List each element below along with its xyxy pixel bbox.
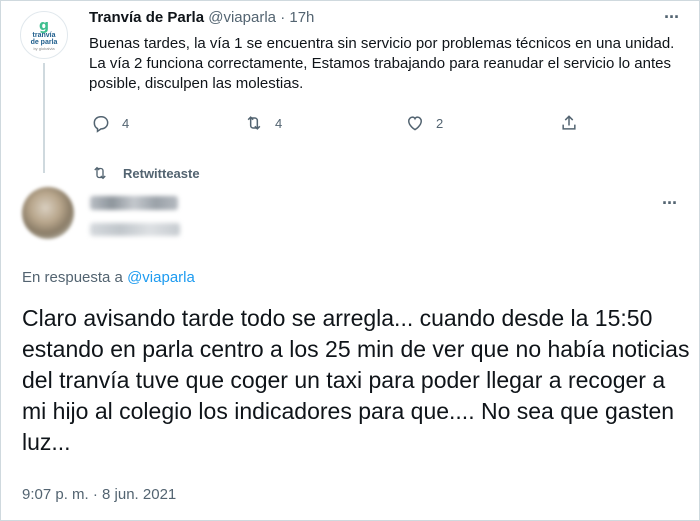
tweet-header: Tranvía de Parla @viaparla · 17h (89, 8, 314, 28)
tweet-text: Buenas tardes, la vía 1 se encuentra sin… (89, 35, 675, 92)
display-name[interactable]: Tranvía de Parla (89, 9, 204, 26)
like-count: 2 (436, 115, 444, 131)
retweet-icon (94, 166, 106, 180)
user-handle[interactable]: @viaparla (208, 9, 276, 26)
reply-button[interactable]: 4 (91, 113, 129, 133)
retweet-icon (247, 116, 261, 130)
avatar[interactable]: g tranvía de parla by globalvia (20, 11, 68, 59)
reply-icon (93, 116, 109, 133)
reply-mention-link[interactable]: @viaparla (127, 269, 195, 286)
logo-text-line1: tranvía (32, 31, 56, 39)
tweet-actions: 4 4 2 (89, 113, 589, 137)
avatar-blurred[interactable] (22, 187, 74, 239)
logo-mark: g (38, 17, 50, 34)
retweeted-banner: Retwitteaste (91, 164, 200, 182)
tweet-timestamp[interactable]: 9:07 p. m. · 8 jun. 2021 (22, 485, 176, 505)
more-horizontal-icon[interactable]: ··· (664, 7, 680, 28)
reply-count: 4 (122, 115, 130, 131)
display-name-blurred[interactable] (90, 196, 178, 210)
tweet-time[interactable]: 17h (289, 9, 314, 26)
user-handle-blurred[interactable] (90, 223, 180, 236)
logo-text-line2: de parla (30, 38, 58, 46)
reply-prefix: En respuesta a (22, 269, 128, 286)
share-icon (562, 115, 576, 130)
like-button[interactable]: 2 (405, 113, 443, 133)
more-horizontal-icon[interactable]: ··· (662, 193, 678, 214)
thread-connector-line (43, 63, 45, 173)
like-icon (407, 116, 423, 131)
logo-text-line3: by globalvia (33, 45, 55, 51)
retweet-button[interactable]: 4 (244, 113, 282, 133)
share-button[interactable] (559, 113, 579, 133)
reply-tweet-text: Claro avisando tarde todo se arregla... … (22, 305, 690, 455)
separator: · (280, 9, 286, 26)
retweeted-label: Retwitteaste (123, 165, 200, 181)
tweet-thread-card: g tranvía de parla by globalvia Tranvía … (0, 0, 700, 521)
reply-context: En respuesta a @viaparla (22, 268, 195, 288)
retweet-count: 4 (275, 115, 283, 131)
